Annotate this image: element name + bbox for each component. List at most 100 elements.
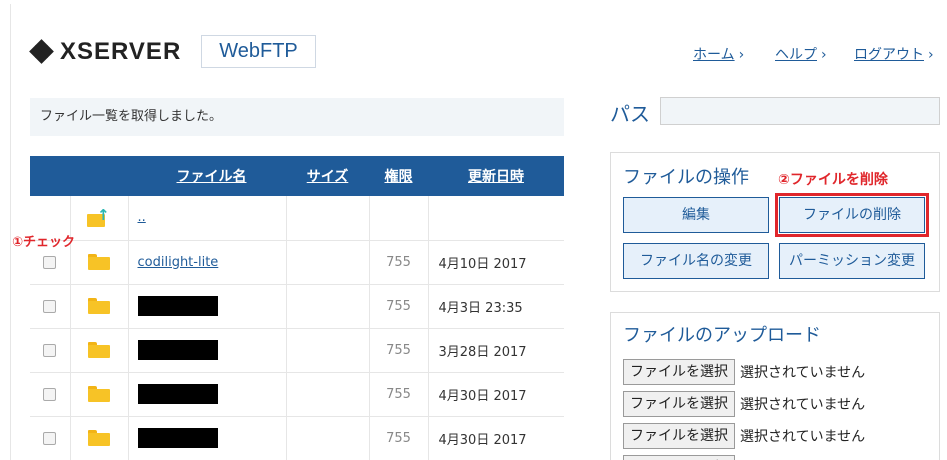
icon-cell <box>70 240 129 285</box>
parent-folder-icon[interactable]: ↑ <box>87 207 111 228</box>
folder-icon <box>88 298 110 314</box>
path-label: パス <box>610 102 650 126</box>
logo-text: XSERVER <box>60 38 182 65</box>
folder-icon <box>88 386 110 402</box>
table-row[interactable]: 755 4月30日 2017 <box>30 416 564 460</box>
annotation-delete: ②ファイルを削除 <box>778 172 888 188</box>
table-header-row: ファイル名 サイズ 権限 更新日時 <box>30 156 564 196</box>
folder-icon <box>88 342 110 358</box>
cell-size <box>286 196 370 241</box>
cell-name[interactable] <box>128 416 287 460</box>
header-check <box>30 156 70 196</box>
cell-updated: 4月3日 23:35 <box>428 284 564 329</box>
checkbox[interactable] <box>43 343 57 357</box>
xserver-logo[interactable]: XSERVER <box>29 38 182 66</box>
file-operations-panel: ファイルの操作 ②ファイルを削除 編集 ファイルの削除 ファイル名の変更 パーミ… <box>610 152 940 292</box>
choose-file-button[interactable]: ファイルを選択 <box>623 423 735 449</box>
header-updated[interactable]: 更新日時 <box>428 156 564 196</box>
icon-cell <box>70 372 129 417</box>
file-input-row: ファイルを選択 <box>623 455 735 460</box>
parent-dir-cell[interactable]: ↑ <box>70 196 129 241</box>
table-row-parent[interactable]: ↑ .. <box>30 196 564 241</box>
folder-icon <box>88 254 110 270</box>
file-name-link[interactable]: codilight-lite <box>138 255 219 270</box>
file-status: 選択されていません <box>740 365 866 381</box>
redacted-name <box>137 340 218 360</box>
file-operations-title: ファイルの操作 <box>623 167 749 188</box>
header-name[interactable]: ファイル名 <box>128 156 286 196</box>
checkbox[interactable] <box>43 387 57 401</box>
row-checkbox[interactable] <box>30 416 71 460</box>
checkbox[interactable] <box>43 255 57 269</box>
cell-size <box>286 240 370 285</box>
cell-updated <box>428 196 564 241</box>
row-checkbox[interactable] <box>30 372 71 417</box>
path-input[interactable] <box>660 97 940 125</box>
file-table: ファイル名 サイズ 権限 更新日時 ↑ .. codilight-lite 75… <box>30 156 564 460</box>
file-input-row: ファイルを選択 選択されていません <box>623 359 865 385</box>
cell-permission: 755 <box>369 240 429 285</box>
nav-logout[interactable]: ログアウト › <box>854 44 934 64</box>
chevron-right-icon: › <box>738 47 745 63</box>
header-icon <box>70 156 128 196</box>
cell-size <box>286 416 370 460</box>
nav-home-link[interactable]: ホーム <box>693 47 735 63</box>
cell-name[interactable] <box>128 284 287 329</box>
table-row[interactable]: 755 4月3日 23:35 <box>30 284 564 329</box>
nav-help-link[interactable]: ヘルプ <box>775 47 817 63</box>
checkbox[interactable] <box>43 299 57 313</box>
cell-size <box>286 328 370 373</box>
cell-permission: 755 <box>369 372 429 417</box>
cell-name[interactable] <box>128 372 287 417</box>
icon-cell <box>70 284 129 329</box>
cell-permission: 755 <box>369 328 429 373</box>
file-upload-title: ファイルのアップロード <box>623 325 821 346</box>
product-label: WebFTP <box>201 35 316 68</box>
table-row[interactable]: codilight-lite 755 4月10日 2017 <box>30 240 564 285</box>
frame-divider <box>10 4 11 460</box>
cell-permission: 755 <box>369 416 429 460</box>
cell-updated: 4月30日 2017 <box>428 416 564 460</box>
parent-dir-name[interactable]: .. <box>128 196 287 241</box>
icon-cell <box>70 416 129 460</box>
choose-file-button[interactable]: ファイルを選択 <box>623 359 735 385</box>
header-permission[interactable]: 権限 <box>369 156 428 196</box>
chevron-right-icon: › <box>821 47 827 63</box>
header-size[interactable]: サイズ <box>286 156 369 196</box>
nav-home[interactable]: ホーム › <box>693 44 744 64</box>
row-checkbox[interactable] <box>30 328 71 373</box>
cell-updated: 4月10日 2017 <box>428 240 564 285</box>
checkbox[interactable] <box>43 431 57 445</box>
edit-button[interactable]: 編集 <box>623 197 769 233</box>
table-row[interactable]: 755 3月28日 2017 <box>30 328 564 373</box>
choose-file-button[interactable]: ファイルを選択 <box>623 455 735 460</box>
cell-permission: 755 <box>369 284 429 329</box>
annotation-check: ①チェック <box>12 235 76 250</box>
rename-file-button[interactable]: ファイル名の変更 <box>623 243 769 279</box>
nav-help[interactable]: ヘルプ › <box>775 44 827 64</box>
cell-name[interactable] <box>128 328 287 373</box>
cell-size <box>286 372 370 417</box>
redacted-name <box>137 428 218 448</box>
cell-size <box>286 284 370 329</box>
redacted-name <box>137 384 218 404</box>
file-status: 選択されていません <box>740 429 866 445</box>
choose-file-button[interactable]: ファイルを選択 <box>623 391 735 417</box>
row-checkbox[interactable] <box>30 284 71 329</box>
parent-dir-link[interactable]: .. <box>138 210 146 225</box>
folder-icon <box>88 430 110 446</box>
cell-updated: 4月30日 2017 <box>428 372 564 417</box>
file-upload-panel: ファイルのアップロード ファイルを選択 選択されていません ファイルを選択 選択… <box>610 312 940 460</box>
change-permission-button[interactable]: パーミッション変更 <box>779 243 925 279</box>
file-status: 選択されていません <box>740 397 866 413</box>
nav-logout-link[interactable]: ログアウト <box>854 47 924 63</box>
redacted-name <box>137 296 218 316</box>
file-input-row: ファイルを選択 選択されていません <box>623 391 865 417</box>
table-row[interactable]: 755 4月30日 2017 <box>30 372 564 417</box>
xserver-logo-mark-icon <box>29 39 54 64</box>
delete-highlight-box <box>775 193 929 237</box>
icon-cell <box>70 328 129 373</box>
cell-name[interactable]: codilight-lite <box>128 240 287 285</box>
chevron-right-icon: › <box>928 47 934 63</box>
cell-updated: 3月28日 2017 <box>428 328 564 373</box>
